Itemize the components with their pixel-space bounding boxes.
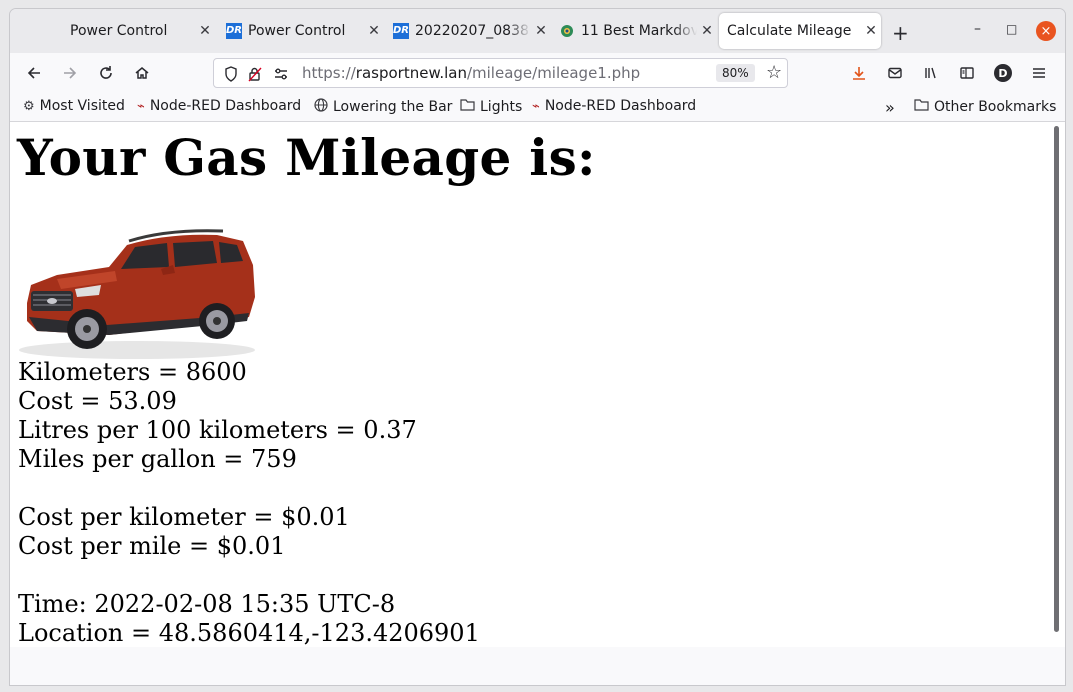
node-red-icon: ⌁ bbox=[532, 98, 540, 114]
tab-power-control-1[interactable]: Power Control ✕ bbox=[20, 13, 215, 49]
car-image bbox=[19, 229, 255, 359]
minimize-button[interactable]: – bbox=[974, 21, 981, 37]
tab-20220207[interactable]: DR 20220207_0838 ✕ bbox=[393, 13, 551, 49]
close-tab-icon[interactable]: ✕ bbox=[697, 23, 717, 39]
email-button[interactable] bbox=[883, 61, 907, 85]
cost-per-km-line: Cost per kilometer = $0.01 bbox=[18, 503, 350, 531]
litres-per-100km-line: Litres per 100 kilometers = 0.37 bbox=[18, 416, 417, 444]
mpg-line: Miles per gallon = 759 bbox=[18, 445, 297, 473]
mail-icon bbox=[888, 67, 902, 79]
sidebar-button[interactable] bbox=[955, 61, 979, 85]
new-tab-button[interactable]: + bbox=[892, 21, 909, 45]
tab-strip: Power Control ✕ DR Power Control ✕ DR 20… bbox=[10, 9, 1065, 53]
shield-icon[interactable] bbox=[222, 65, 240, 83]
location-line: Location = 48.5860414,-123.4206901 bbox=[18, 619, 480, 647]
page-heading: Your Gas Mileage is: bbox=[17, 128, 596, 187]
close-tab-icon[interactable]: ✕ bbox=[195, 23, 215, 39]
time-line: Time: 2022-02-08 15:35 UTC-8 bbox=[18, 590, 396, 618]
library-icon bbox=[925, 67, 936, 79]
bookmark-label: Node-RED Dashboard bbox=[544, 98, 697, 114]
kilometers-line: Kilometers = 8600 bbox=[18, 358, 247, 386]
close-window-button[interactable]: × bbox=[1036, 21, 1056, 41]
dr-icon: DR bbox=[226, 23, 242, 39]
bookmark-label: Node-RED Dashboard bbox=[149, 98, 302, 114]
tab-label: Power Control bbox=[70, 23, 168, 39]
navigation-toolbar: https://rasportnew.lan/mileage/mileage1.… bbox=[10, 53, 1065, 93]
bookmark-label: Lowering the Bar bbox=[333, 99, 453, 115]
url-scheme: https:// bbox=[302, 64, 356, 82]
url-host: rasportnew.lan bbox=[355, 64, 467, 82]
bookmark-label: Most Visited bbox=[39, 98, 125, 114]
bookmarks-toolbar: ⚙ Most Visited ⌁ Node-RED Dashboard Loweri… bbox=[10, 93, 1065, 122]
account-button[interactable]: D bbox=[991, 61, 1015, 85]
sidebar-icon bbox=[960, 67, 974, 79]
bookmark-node-red-1[interactable]: ⌁ Node-RED Dashboard bbox=[137, 98, 301, 114]
folder-icon bbox=[914, 98, 929, 115]
tab-label: Power Control bbox=[248, 23, 346, 39]
gear-icon bbox=[559, 23, 575, 39]
bookmark-node-red-2[interactable]: ⌁ Node-RED Dashboard bbox=[532, 98, 696, 114]
cost-per-mile-line: Cost per mile = $0.01 bbox=[18, 532, 286, 560]
folder-icon bbox=[460, 98, 475, 115]
node-red-icon: ⌁ bbox=[137, 98, 145, 114]
vertical-scrollbar[interactable] bbox=[1054, 126, 1059, 632]
bookmark-most-visited[interactable]: ⚙ Most Visited bbox=[23, 98, 125, 114]
zoom-reset-button[interactable]: 80% bbox=[716, 64, 755, 82]
maximize-button[interactable]: □ bbox=[1006, 22, 1017, 36]
back-arrow-icon bbox=[27, 67, 40, 79]
bookmark-label: Lights bbox=[480, 98, 523, 115]
reload-icon bbox=[100, 66, 112, 79]
page-bottom-area bbox=[10, 647, 1065, 685]
globe-icon bbox=[314, 98, 328, 116]
page-content: Your Gas Mileage is: Kilometers = 8600 C… bbox=[10, 122, 1065, 647]
mileage-results: Kilometers = 8600 Cost = 53.09 Litres pe… bbox=[18, 358, 480, 647]
url-text[interactable]: https://rasportnew.lan/mileage/mileage1.… bbox=[302, 64, 640, 82]
url-path: /mileage/mileage1.php bbox=[466, 64, 641, 82]
close-tab-icon[interactable]: ✕ bbox=[861, 23, 881, 39]
tab-power-control-2[interactable]: DR Power Control ✕ bbox=[226, 13, 384, 49]
close-tab-icon[interactable]: ✕ bbox=[364, 23, 384, 39]
insecure-lock-icon[interactable] bbox=[246, 65, 264, 83]
menu-button[interactable] bbox=[1027, 61, 1051, 85]
avatar: D bbox=[994, 64, 1012, 82]
more-bookmarks-chevron-icon[interactable]: » bbox=[885, 98, 895, 117]
tab-label: 20220207_0838 bbox=[415, 23, 529, 39]
downloads-button[interactable] bbox=[847, 61, 871, 85]
tab-label: Calculate Mileage bbox=[727, 23, 852, 39]
bookmark-other-bookmarks[interactable]: Other Bookmarks bbox=[914, 98, 1056, 115]
back-button[interactable] bbox=[22, 61, 46, 85]
forward-arrow-icon bbox=[64, 67, 77, 79]
forward-button[interactable] bbox=[58, 61, 82, 85]
tab-calculate-mileage[interactable]: Calculate Mileage ✕ bbox=[719, 13, 881, 49]
library-button[interactable] bbox=[919, 61, 943, 85]
url-bar[interactable]: https://rasportnew.lan/mileage/mileage1.… bbox=[213, 58, 788, 88]
permissions-icon[interactable] bbox=[272, 65, 290, 83]
bookmark-lights[interactable]: Lights bbox=[460, 98, 522, 115]
home-button[interactable] bbox=[130, 61, 154, 85]
tab-label: 11 Best Markdov bbox=[581, 23, 697, 39]
tab-markdown[interactable]: 11 Best Markdov ✕ bbox=[559, 13, 717, 49]
browser-window: Power Control ✕ DR Power Control ✕ DR 20… bbox=[9, 8, 1066, 686]
bookmark-label: Other Bookmarks bbox=[934, 98, 1057, 115]
bookmark-star-icon[interactable]: ☆ bbox=[766, 62, 782, 83]
close-tab-icon[interactable]: ✕ bbox=[531, 23, 551, 39]
reload-button[interactable] bbox=[94, 61, 118, 85]
bookmark-lowering-the-bar[interactable]: Lowering the Bar bbox=[314, 98, 452, 116]
gear-icon: ⚙ bbox=[23, 98, 35, 114]
cost-line: Cost = 53.09 bbox=[18, 387, 177, 415]
dr-icon: DR bbox=[393, 23, 409, 39]
home-icon bbox=[135, 67, 149, 79]
hamburger-menu-icon bbox=[1033, 68, 1045, 78]
blank-icon bbox=[20, 23, 36, 39]
download-icon bbox=[853, 67, 865, 80]
